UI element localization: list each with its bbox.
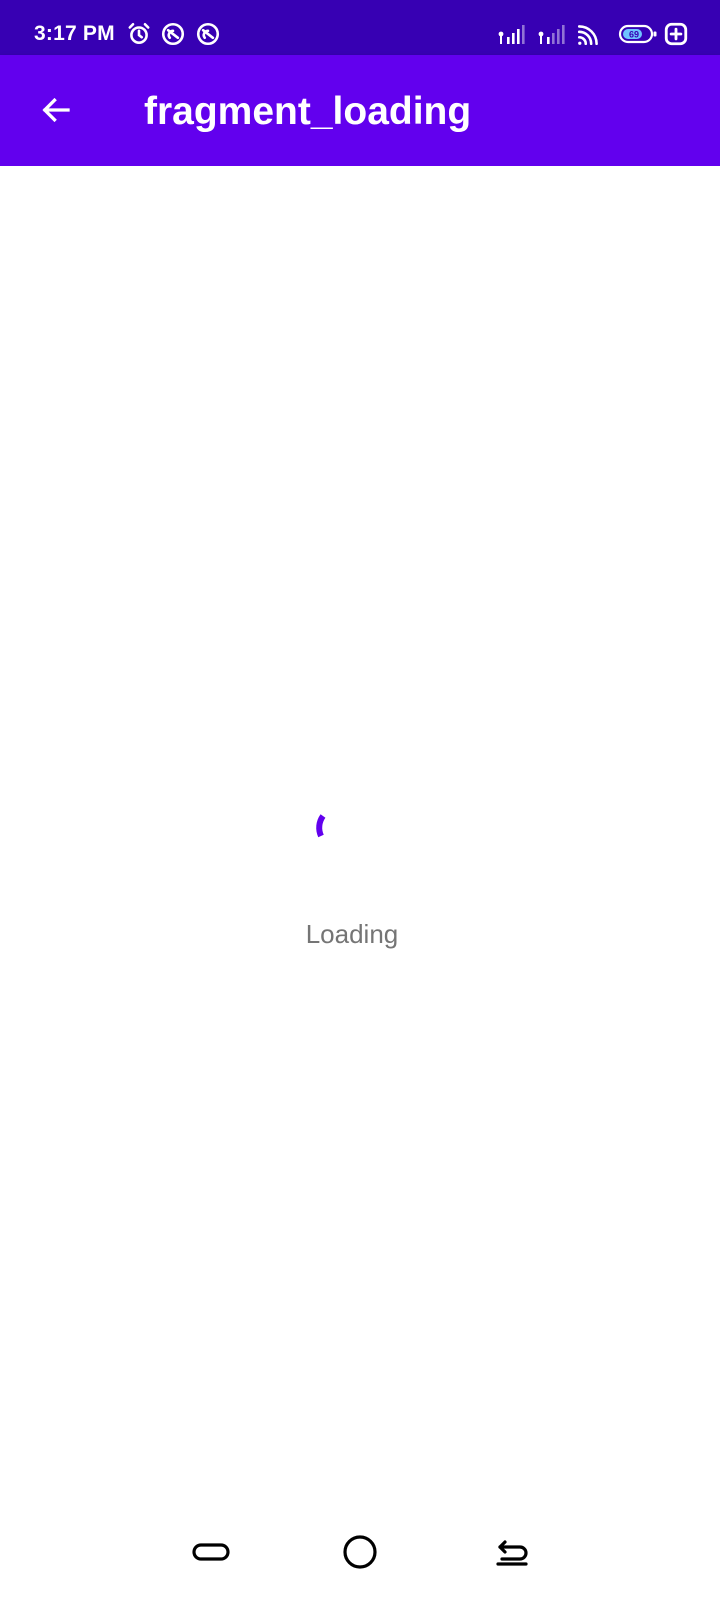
sync-icon — [160, 21, 186, 47]
navigation-bar — [0, 1500, 720, 1600]
content-area: Loading — [0, 166, 720, 1500]
page-title: fragment_loading — [144, 90, 472, 133]
signal-icon — [498, 21, 530, 47]
add-icon — [663, 21, 689, 47]
back-nav-icon — [496, 1540, 528, 1566]
back-button[interactable] — [28, 82, 84, 138]
battery-level: 69 — [629, 30, 639, 40]
alarm-icon — [126, 21, 152, 47]
wifi-icon — [576, 21, 602, 47]
battery-icon: 69 — [618, 21, 658, 47]
home-button[interactable] — [332, 1524, 388, 1580]
status-time: 3:17 PM — [34, 22, 115, 45]
home-icon — [343, 1535, 377, 1569]
recent-apps-icon — [192, 1543, 230, 1561]
back-nav-button[interactable] — [484, 1524, 540, 1580]
loading-label: Loading — [305, 919, 399, 949]
loading-spinner — [304, 806, 360, 862]
sync-icon — [195, 21, 221, 47]
signal-icon — [538, 21, 570, 47]
recent-apps-button[interactable] — [183, 1524, 239, 1580]
app-bar: fragment_loading — [0, 55, 720, 166]
status-bar: 3:17 PM 69 — [0, 0, 720, 55]
arrow-back-icon — [42, 97, 70, 123]
